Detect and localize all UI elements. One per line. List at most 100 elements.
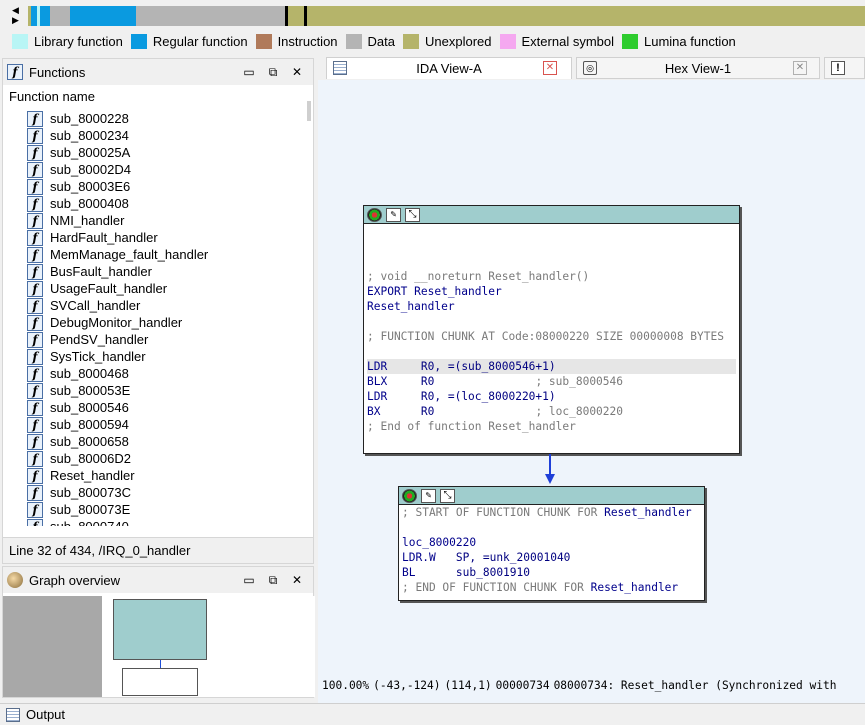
code-line[interactable]: ; FUNCTION CHUNK AT Code:08000220 SIZE 0… [367, 329, 736, 344]
function-list-item[interactable]: f BusFault_handler [3, 263, 308, 280]
code-line[interactable] [367, 314, 736, 329]
function-list-item[interactable]: f sub_80006D2 [3, 450, 308, 467]
function-name[interactable]: sub_8000408 [50, 196, 129, 211]
node-body[interactable]: ; START OF FUNCTION CHUNK FOR Reset_hand… [399, 505, 704, 595]
instruction-line[interactable]: LDR.W SP, =unk_20001040 [402, 550, 701, 565]
function-list-item[interactable]: f sub_80002D4 [3, 161, 308, 178]
node-rename-icon[interactable]: ✎ [386, 207, 401, 222]
graph-node-loc-8000220[interactable]: ✎ ⤡ ; START OF FUNCTION CHUNK FOR Reset_… [398, 486, 705, 601]
function-list[interactable]: f sub_8000228 f sub_8000234 f sub_800025A f sub… [3, 110, 308, 526]
function-list-item[interactable]: f sub_8000468 [3, 365, 308, 382]
function-list-item[interactable]: f sub_8000594 [3, 416, 308, 433]
code-line[interactable]: EXPORT Reset_handler [367, 284, 736, 299]
function-name[interactable]: sub_80006D2 [50, 451, 131, 466]
code-line[interactable] [367, 344, 736, 359]
function-list-item[interactable]: f sub_80003E6 [3, 178, 308, 195]
instruction-line[interactable]: LDR R0, =(loc_8000220+1) [367, 389, 736, 404]
tab-ida-view-label[interactable]: IDA View-A [327, 61, 571, 76]
overview-node[interactable] [122, 668, 198, 696]
node-label[interactable]: loc_8000220 [402, 535, 701, 550]
float-icon[interactable]: ⧉ [261, 571, 285, 589]
function-name[interactable]: UsageFault_handler [50, 281, 167, 296]
nav-arrows[interactable]: ◀ ▶ [12, 5, 26, 27]
function-list-item[interactable]: f sub_800073C [3, 484, 308, 501]
function-name[interactable]: HardFault_handler [50, 230, 158, 245]
node-color-icon[interactable] [402, 488, 417, 503]
tab-ida-view[interactable]: IDA View-A ✕ [326, 57, 572, 79]
graph-node-reset-handler[interactable]: ✎ ⤡ ; void __noreturn Reset_handler() EXP… [363, 205, 740, 454]
code-line[interactable]: Reset_handler [367, 299, 736, 314]
overview-node[interactable] [113, 599, 207, 660]
function-list-item[interactable]: f HardFault_handler [3, 229, 308, 246]
operands[interactable]: R0 [421, 405, 434, 418]
close-icon[interactable]: ✕ [793, 61, 807, 75]
node-group-icon[interactable]: ⤡ [405, 207, 420, 222]
function-name[interactable]: sub_80002D4 [50, 162, 131, 177]
function-name[interactable]: DebugMonitor_handler [50, 315, 182, 330]
function-name[interactable]: BusFault_handler [50, 264, 152, 279]
operands[interactable]: sub_8001910 [456, 566, 530, 579]
node-title-bar[interactable]: ✎ ⤡ [399, 487, 704, 505]
function-name[interactable]: sub_8000546 [50, 400, 129, 415]
function-name[interactable]: MemManage_fault_handler [50, 247, 208, 262]
function-name[interactable]: Reset_handler [50, 468, 135, 483]
function-name[interactable]: sub_8000658 [50, 434, 129, 449]
function-list-item[interactable]: f MemManage_fault_handler [3, 246, 308, 263]
tab-extra[interactable]: ! [824, 57, 865, 79]
function-list-scrollbar[interactable] [307, 101, 311, 121]
node-body[interactable]: ; void __noreturn Reset_handler() EXPORT … [364, 224, 739, 434]
code-line[interactable] [367, 239, 736, 254]
code-line[interactable] [367, 254, 736, 269]
chunk-start-target[interactable]: Reset_handler [604, 506, 692, 519]
function-list-item[interactable]: f sub_8000408 [3, 195, 308, 212]
node-color-icon[interactable] [367, 207, 382, 222]
close-icon[interactable]: ✕ [285, 63, 309, 81]
graph-view[interactable]: ✎ ⤡ ; void __noreturn Reset_handler() EXP… [318, 80, 865, 703]
node-title-bar[interactable]: ✎ ⤡ [364, 206, 739, 224]
function-list-item[interactable]: f DebugMonitor_handler [3, 314, 308, 331]
function-list-item[interactable]: f sub_800073E [3, 501, 308, 518]
tab-hex-view[interactable]: ◎ Hex View-1 ✕ [576, 57, 820, 79]
close-icon[interactable]: ✕ [543, 61, 557, 75]
function-list-item[interactable]: f UsageFault_handler [3, 280, 308, 297]
function-name[interactable]: sub_800073C [50, 485, 131, 500]
function-list-item[interactable]: f SysTick_handler [3, 348, 308, 365]
code-line[interactable]: ; void __noreturn Reset_handler() [367, 269, 736, 284]
function-name[interactable]: sub_8000468 [50, 366, 129, 381]
function-list-item[interactable]: f sub_8000234 [3, 127, 308, 144]
nav-right-arrow-icon[interactable]: ▶ [12, 15, 26, 25]
function-list-item[interactable]: f sub_8000228 [3, 110, 308, 127]
instruction-line[interactable]: LDR R0, =(sub_8000546+1) [367, 359, 736, 374]
function-list-item[interactable]: f sub_800053E [3, 382, 308, 399]
function-name[interactable]: PendSV_handler [50, 332, 148, 347]
function-list-item[interactable]: f sub_8000546 [3, 399, 308, 416]
function-name[interactable]: NMI_handler [50, 213, 124, 228]
code-line[interactable] [367, 224, 736, 239]
graph-overview-canvas[interactable] [3, 596, 315, 697]
operands[interactable]: R0 [421, 375, 434, 388]
function-list-item[interactable]: f Reset_handler [3, 467, 308, 484]
minimize-icon[interactable]: ▭ [237, 63, 261, 81]
function-name[interactable]: sub_800073E [50, 502, 130, 517]
function-name-column-header[interactable]: Function name [3, 85, 313, 107]
minimize-icon[interactable]: ▭ [237, 571, 261, 589]
chunk-end-target[interactable]: Reset_handler [591, 581, 679, 594]
function-name[interactable]: sub_80003E6 [50, 179, 130, 194]
instruction-line[interactable]: BX R0 ; loc_8000220 [367, 404, 736, 419]
function-list-item[interactable]: f SVCall_handler [3, 297, 308, 314]
function-list-item[interactable]: f sub_8000740 [3, 518, 308, 526]
node-group-icon[interactable]: ⤡ [440, 488, 455, 503]
function-list-item[interactable]: f sub_800025A [3, 144, 308, 161]
close-icon[interactable]: ✕ [285, 571, 309, 589]
operands[interactable]: SP, =unk_20001040 [456, 551, 571, 564]
function-name[interactable]: sub_800025A [50, 145, 130, 160]
function-name[interactable]: sub_800053E [50, 383, 130, 398]
function-name[interactable]: sub_8000594 [50, 417, 129, 432]
output-title[interactable]: Output [26, 707, 65, 722]
operands[interactable]: R0, =(loc_8000220+1) [421, 390, 556, 403]
navigation-band[interactable]: ◀ ▶ [0, 0, 865, 30]
output-bar[interactable]: Output [0, 703, 865, 725]
tab-hex-view-label[interactable]: Hex View-1 [577, 61, 819, 76]
function-name[interactable]: SVCall_handler [50, 298, 140, 313]
navigation-bar[interactable] [28, 6, 865, 26]
